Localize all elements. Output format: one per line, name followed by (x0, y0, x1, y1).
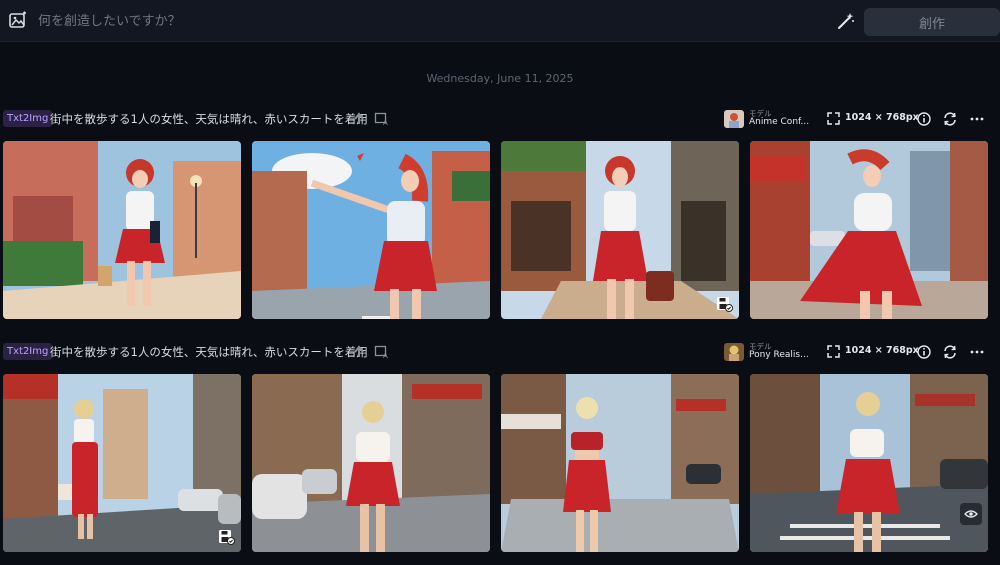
magic-wand-icon[interactable] (836, 11, 856, 31)
task-prompt: 街中を散歩する1人の女性、天気は晴れ、赤いスカートを着用 (50, 112, 368, 126)
save-icon[interactable] (715, 295, 733, 313)
prompt-input[interactable] (38, 9, 818, 33)
image-text-icon[interactable]: A (374, 344, 390, 360)
model-thumbnail (724, 110, 744, 128)
regenerate-icon[interactable] (942, 344, 958, 360)
upload-icon[interactable] (351, 111, 367, 127)
more-options-icon[interactable] (969, 111, 985, 127)
task-type-badge: Txt2Img (3, 110, 53, 127)
model-name[interactable]: Anime Conf... (749, 117, 809, 127)
generated-image[interactable] (750, 141, 988, 319)
image-text-icon[interactable]: A (374, 111, 390, 127)
image-edit-icon[interactable] (8, 11, 28, 31)
generated-image[interactable] (252, 141, 490, 319)
svg-text:A: A (383, 352, 388, 360)
model-thumbnail (724, 343, 744, 361)
task-header: Txt2Img 街中を散歩する1人の女性、天気は晴れ、赤いスカートを着用 A モ… (0, 341, 1000, 363)
create-button[interactable]: 創作 (864, 8, 1000, 36)
generated-image[interactable] (3, 141, 241, 319)
info-icon[interactable] (916, 111, 932, 127)
task-header: Txt2Img 街中を散歩する1人の女性、天気は晴れ、赤いスカートを着用 A モ… (0, 108, 1000, 130)
generated-image[interactable] (501, 374, 739, 552)
svg-text:A: A (383, 119, 388, 127)
image-size: 1024 × 768px (845, 112, 919, 123)
date-separator: Wednesday, June 11, 2025 (426, 72, 574, 85)
eye-icon[interactable] (960, 503, 982, 525)
upload-icon[interactable] (351, 344, 367, 360)
more-options-icon[interactable] (969, 344, 985, 360)
generated-image[interactable] (750, 374, 988, 552)
generated-image[interactable] (252, 374, 490, 552)
generated-image[interactable] (501, 141, 739, 319)
info-icon[interactable] (916, 344, 932, 360)
generated-image[interactable] (3, 374, 241, 552)
resize-icon (827, 345, 840, 358)
prompt-bar: 創作 (0, 0, 1000, 42)
task-type-badge: Txt2Img (3, 343, 53, 360)
resize-icon (827, 112, 840, 125)
regenerate-icon[interactable] (942, 111, 958, 127)
model-name[interactable]: Pony Realis... (749, 350, 809, 360)
task-prompt: 街中を散歩する1人の女性、天気は晴れ、赤いスカートを着用 (50, 345, 368, 359)
save-icon[interactable] (217, 528, 235, 546)
image-size: 1024 × 768px (845, 345, 919, 356)
